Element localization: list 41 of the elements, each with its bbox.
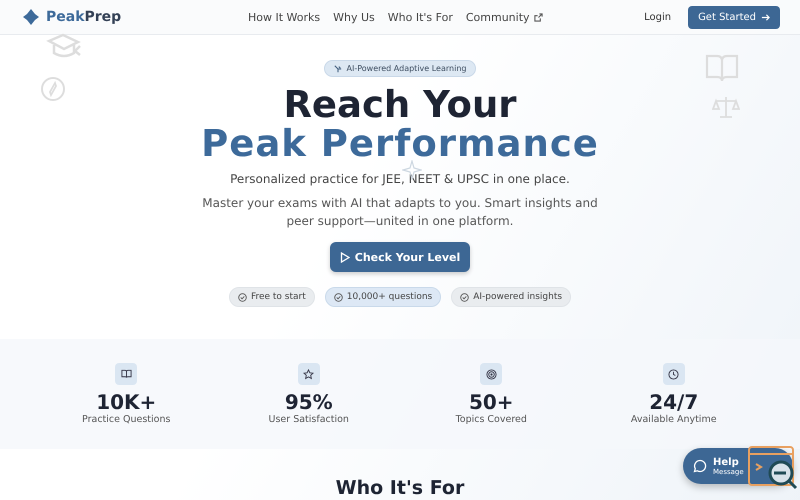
badge: AI-Powered Adaptive Learning [324, 60, 476, 77]
star-icon [303, 368, 314, 380]
stat-label: Practice Questions [82, 414, 170, 425]
stat-label: Topics Covered [456, 414, 527, 425]
nav-link[interactable]: Who It's For [388, 10, 453, 24]
feature-chip: AI-powered insights [451, 287, 572, 307]
compass-icon [40, 76, 66, 102]
brand-name[interactable]: PeakPrep [46, 9, 122, 25]
logo-icon [22, 8, 40, 26]
stat-label: Available Anytime [630, 414, 717, 425]
clock-icon [668, 368, 680, 380]
stat-value: 10K+ [96, 390, 156, 414]
section-heading: Who It's For [334, 477, 466, 499]
stat-label: User Satisfaction [268, 414, 349, 425]
book-icon [705, 53, 739, 83]
stat-value: 95% [284, 390, 333, 414]
scale-icon [712, 95, 740, 119]
feature-chip: 10,000+ questions [324, 287, 442, 307]
login-link[interactable]: Login [644, 12, 672, 22]
check-circle-icon [334, 292, 343, 302]
play-icon [340, 252, 350, 262]
nav-link[interactable]: Community [466, 10, 543, 24]
nav-link[interactable]: Why Us [333, 10, 375, 24]
get-started-button[interactable]: Get Started [688, 6, 780, 28]
chat-bubble-icon [693, 459, 707, 473]
check-level-button[interactable]: Check Your Level [330, 242, 470, 272]
hero-title: Peak Performance [201, 124, 599, 163]
stat-value: 24/7 [649, 390, 698, 414]
hero-title: Reach Your [283, 85, 517, 124]
check-circle-icon [238, 292, 247, 302]
book-icon [120, 369, 132, 379]
nav-link[interactable]: How It Works [248, 10, 320, 24]
magnifier-window-icon [748, 446, 798, 490]
hero-description: Master your exams with AI that adapts to you. Smart insights and peer support—united in one platform. [201, 195, 599, 230]
stat-value: 50+ [468, 390, 514, 414]
hero-subtitle: Personalized practice for JEE, NEET & UPSC in one place. [230, 172, 570, 186]
check-circle-icon [460, 292, 470, 302]
arrow-right-icon [761, 12, 770, 22]
external-link-icon [534, 12, 543, 22]
feature-chip: Free to start [228, 287, 315, 307]
target-icon [486, 368, 497, 380]
